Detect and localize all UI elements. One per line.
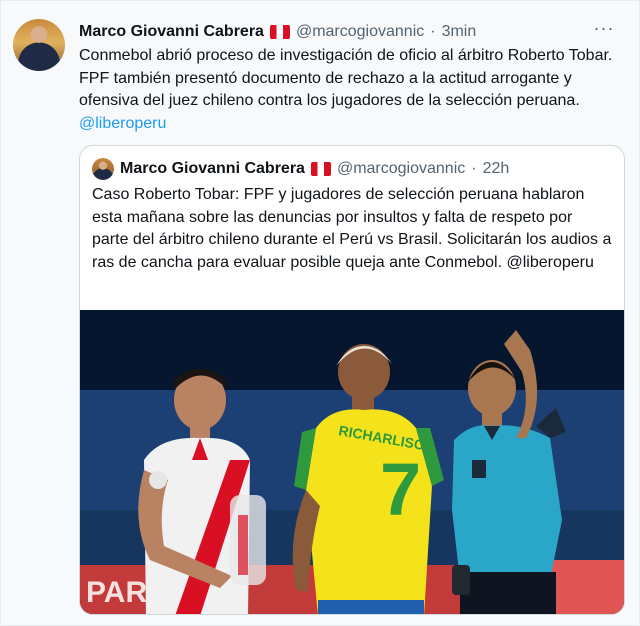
- quoted-tweet-photo[interactable]: PARA RICHARLISON 7: [80, 310, 624, 614]
- author-handle[interactable]: @marcogiovannic: [296, 23, 424, 41]
- quoted-author-handle[interactable]: @marcogiovannic: [337, 160, 465, 178]
- mention-link[interactable]: @liberoperu: [79, 115, 166, 132]
- peru-flag-icon: [310, 162, 331, 176]
- quoted-tweet-header: Marco Giovanni Cabrera @marcogiovannic ·…: [92, 158, 509, 180]
- jersey-number: 7: [380, 448, 421, 531]
- quoted-tweet[interactable]: Marco Giovanni Cabrera @marcogiovannic ·…: [79, 145, 625, 615]
- separator-dot: ·: [471, 160, 477, 177]
- quoted-author-avatar[interactable]: [92, 158, 114, 180]
- author-name[interactable]: Marco Giovanni Cabrera: [79, 23, 264, 41]
- quoted-tweet-text: Caso Roberto Tobar: FPF y jugadores de s…: [92, 186, 612, 271]
- tweet-body: Conmebol abrió proceso de investigación …: [79, 47, 613, 109]
- peru-flag-icon: [269, 25, 290, 39]
- tweet-timestamp[interactable]: 3min: [442, 23, 477, 41]
- separator-dot: ·: [430, 23, 436, 40]
- more-options-icon[interactable]: ···: [591, 15, 617, 41]
- tweet-card[interactable]: Marco Giovanni Cabrera @marcogiovannic ·…: [0, 0, 640, 626]
- author-avatar[interactable]: [13, 19, 65, 71]
- tweet-text: Conmebol abrió proceso de investigación …: [79, 45, 619, 135]
- quoted-author-name[interactable]: Marco Giovanni Cabrera: [120, 160, 305, 178]
- tweet-header: Marco Giovanni Cabrera @marcogiovannic ·…: [79, 21, 476, 43]
- photo-illustration: PARA RICHARLISON 7: [80, 310, 624, 614]
- quoted-timestamp[interactable]: 22h: [483, 160, 510, 178]
